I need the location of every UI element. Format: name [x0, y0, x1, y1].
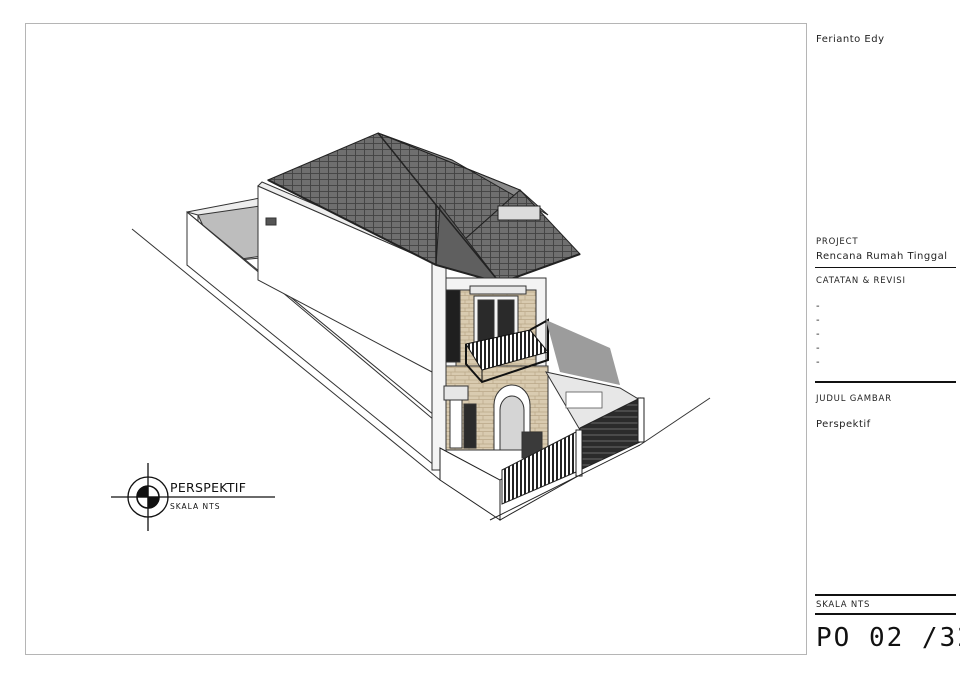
note-item: -	[816, 315, 820, 326]
divider	[815, 381, 956, 383]
divider	[815, 267, 956, 268]
divider	[815, 594, 956, 596]
drawing-title-label: JUDUL GAMBAR	[816, 394, 892, 404]
note-item: -	[816, 357, 820, 368]
scale-label: SKALA NTS	[816, 600, 871, 610]
sheet-number: PO 02 /32	[816, 623, 960, 653]
project-label: PROJECT	[816, 237, 859, 247]
divider	[815, 613, 956, 615]
front-facade	[443, 277, 549, 459]
author-name: Ferianto Edy	[816, 34, 885, 45]
view-marker-symbol	[111, 463, 275, 531]
drawing-title: Perspektif	[816, 419, 871, 430]
note-item: -	[816, 329, 820, 340]
view-label-title: PERSPEKTIF	[170, 480, 247, 495]
notes-label: CATATAN & REVISI	[816, 276, 906, 286]
note-item: -	[816, 301, 820, 312]
view-label-scale: SKALA NTS	[170, 502, 221, 511]
title-block: Ferianto Edy PROJECT Rencana Rumah Tingg…	[808, 23, 960, 655]
project-name: Rencana Rumah Tinggal	[816, 251, 948, 262]
note-item: -	[816, 343, 820, 354]
